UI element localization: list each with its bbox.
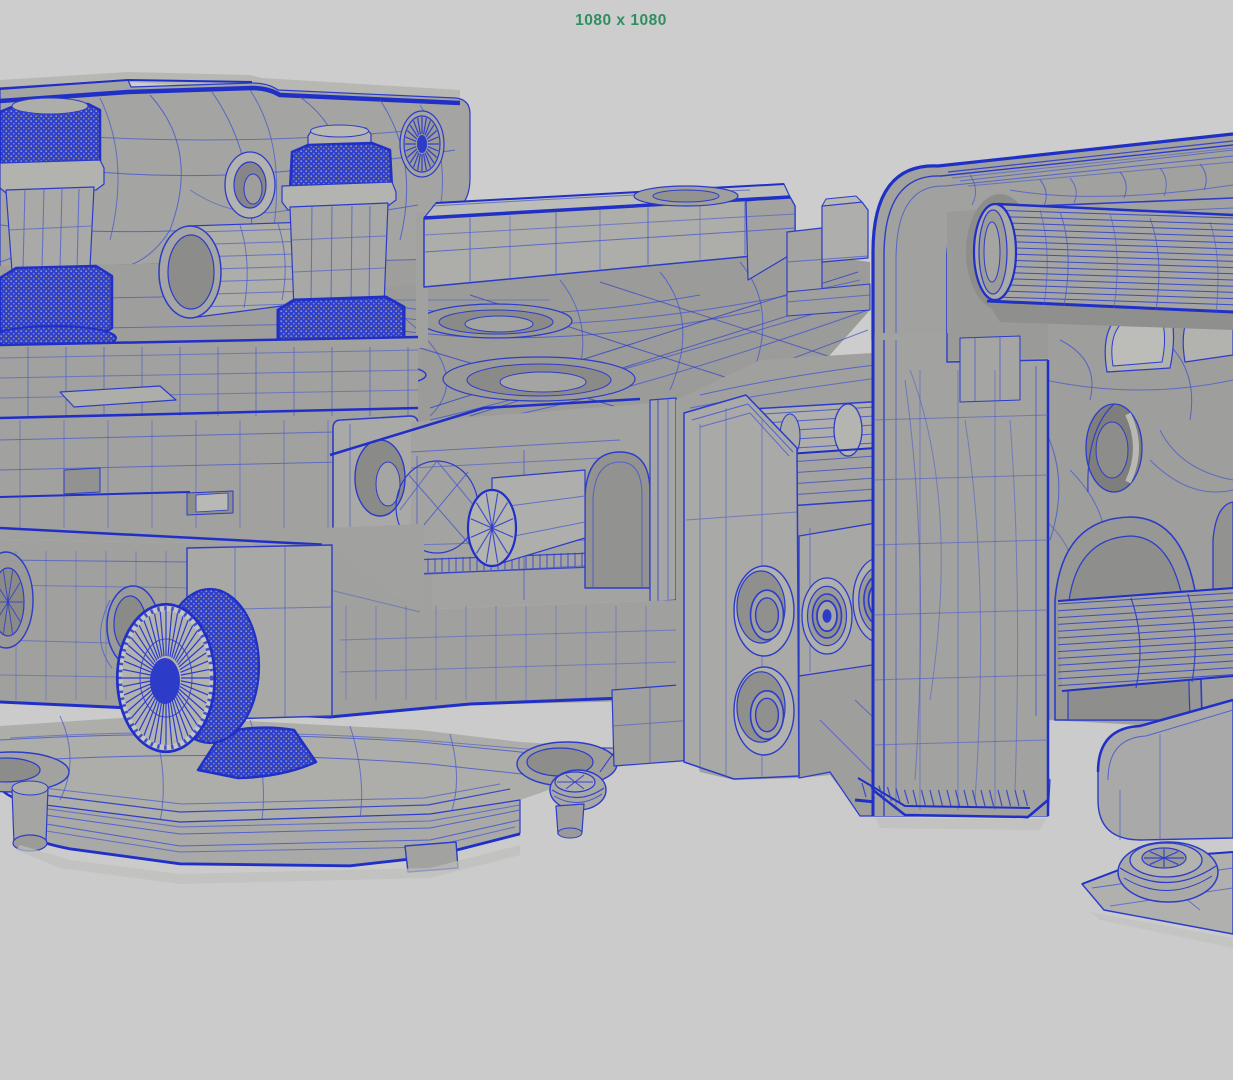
- svg-text:1080 x 1080: 1080 x 1080: [575, 12, 667, 29]
